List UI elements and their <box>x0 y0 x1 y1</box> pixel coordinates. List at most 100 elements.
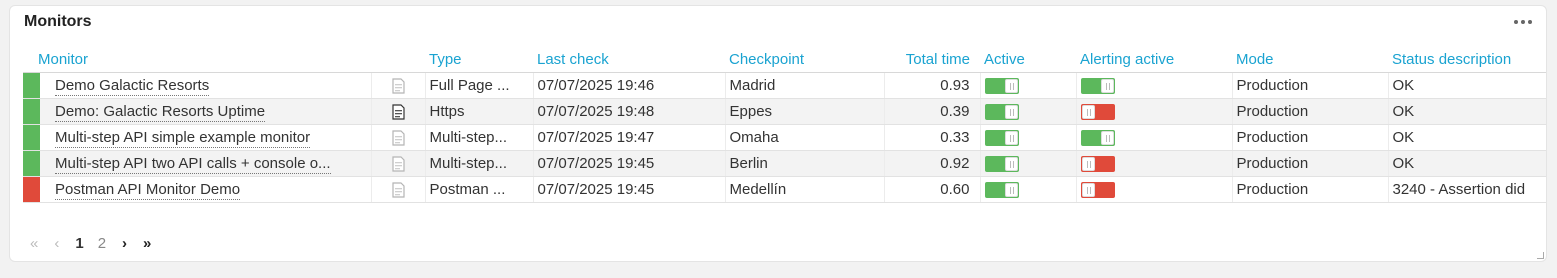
monitor-name-cell: Multi-step API simple example monitor <box>40 124 372 151</box>
table-row[interactable]: Demo: Galactic Resorts Uptime Https 07/07/… <box>23 98 1546 125</box>
monitor-name-cell: Demo Galactic Resorts <box>40 72 372 99</box>
active-cell <box>980 124 1077 151</box>
mode-cell: Production <box>1232 176 1389 203</box>
alerting-active-cell <box>1076 176 1233 203</box>
checkpoint-cell: Omaha <box>725 124 885 151</box>
col-header-checkpoint[interactable]: Checkpoint <box>725 46 884 73</box>
col-header-last-check[interactable]: Last check <box>533 46 725 73</box>
last-check-cell: 07/07/2025 19:45 <box>533 176 726 203</box>
resize-handle-icon[interactable] <box>1537 252 1544 259</box>
next-page-icon[interactable]: › <box>122 235 127 252</box>
table-row[interactable]: Demo Galactic Resorts Full Page ... 07/07/… <box>23 72 1546 99</box>
widget-title: Monitors <box>24 13 92 30</box>
last-check-cell: 07/07/2025 19:46 <box>533 72 726 99</box>
active-cell <box>980 98 1077 125</box>
document-icon-light[interactable] <box>391 78 405 94</box>
col-header-total-time[interactable]: Total time <box>884 46 980 73</box>
more-options-icon[interactable] <box>1514 16 1532 28</box>
alerting-active-cell <box>1076 72 1233 99</box>
active-toggle[interactable] <box>984 156 1019 173</box>
page-1-button[interactable]: 1 <box>75 235 83 252</box>
table-header-row: Monitor Type Last check Checkpoint Total… <box>23 46 1546 73</box>
col-header-type[interactable]: Type <box>425 46 533 73</box>
status-bar <box>23 73 40 98</box>
active-toggle[interactable] <box>984 104 1019 121</box>
status-description-cell: OK <box>1388 72 1546 99</box>
type-cell: Postman ... <box>425 176 534 203</box>
col-header-icon <box>371 46 425 73</box>
status-indicator <box>23 72 40 99</box>
alerting-active-cell <box>1076 98 1233 125</box>
type-cell: Https <box>425 98 534 125</box>
document-icon-light[interactable] <box>391 156 405 172</box>
page-2-button[interactable]: 2 <box>98 235 106 252</box>
last-check-cell: 07/07/2025 19:45 <box>533 150 726 177</box>
alerting-active-toggle[interactable] <box>1080 130 1115 147</box>
doc-icon-cell <box>371 98 426 125</box>
alerting-active-cell <box>1076 150 1233 177</box>
last-check-cell: 07/07/2025 19:48 <box>533 98 726 125</box>
col-header-alerting-active[interactable]: Alerting active <box>1076 46 1232 73</box>
table-row[interactable]: Multi-step API simple example monitor Mul… <box>23 124 1546 151</box>
monitors-widget: Monitors Monitor Type Last check Checkpo… <box>9 5 1547 262</box>
checkpoint-cell: Medellín <box>725 176 885 203</box>
col-header-status-description[interactable]: Status description <box>1388 46 1546 73</box>
active-cell <box>980 72 1077 99</box>
status-description-cell: OK <box>1388 150 1546 177</box>
document-icon-light[interactable] <box>391 182 405 198</box>
status-bar <box>23 99 40 124</box>
total-time-cell: 0.93 <box>884 72 981 99</box>
doc-icon-cell <box>371 72 426 99</box>
last-page-icon[interactable]: » <box>143 235 151 252</box>
table-row[interactable]: Multi-step API two API calls + console o… <box>23 150 1546 177</box>
alerting-active-toggle[interactable] <box>1080 104 1115 121</box>
doc-icon-cell <box>371 176 426 203</box>
status-indicator <box>23 124 40 151</box>
monitor-name-link[interactable]: Postman API Monitor Demo <box>55 181 241 200</box>
total-time-cell: 0.33 <box>884 124 981 151</box>
status-description-cell: OK <box>1388 124 1546 151</box>
total-time-cell: 0.60 <box>884 176 981 203</box>
col-header-monitor[interactable]: Monitor <box>23 46 371 73</box>
doc-icon-cell <box>371 124 426 151</box>
status-description-cell: 3240 - Assertion did <box>1388 176 1546 203</box>
monitor-name-cell: Demo: Galactic Resorts Uptime <box>40 98 372 125</box>
active-toggle[interactable] <box>984 182 1019 199</box>
table-row[interactable]: Postman API Monitor Demo Postman ... 07/07… <box>23 176 1546 203</box>
checkpoint-cell: Berlin <box>725 150 885 177</box>
first-page-icon[interactable]: « <box>30 235 38 252</box>
total-time-cell: 0.39 <box>884 98 981 125</box>
monitor-name-cell: Postman API Monitor Demo <box>40 176 372 203</box>
mode-cell: Production <box>1232 72 1389 99</box>
checkpoint-cell: Madrid <box>725 72 885 99</box>
col-header-mode[interactable]: Mode <box>1232 46 1388 73</box>
status-bar <box>23 125 40 150</box>
total-time-cell: 0.92 <box>884 150 981 177</box>
active-cell <box>980 176 1077 203</box>
checkpoint-cell: Eppes <box>725 98 885 125</box>
type-cell: Multi-step... <box>425 150 534 177</box>
active-cell <box>980 150 1077 177</box>
status-indicator <box>23 150 40 177</box>
status-indicator <box>23 98 40 125</box>
document-icon-dark[interactable] <box>391 104 405 120</box>
col-header-active[interactable]: Active <box>980 46 1076 73</box>
monitor-name-link[interactable]: Demo: Galactic Resorts Uptime <box>55 103 266 122</box>
active-toggle[interactable] <box>984 130 1019 147</box>
document-icon-light[interactable] <box>391 130 405 146</box>
status-description-cell: OK <box>1388 98 1546 125</box>
alerting-active-cell <box>1076 124 1233 151</box>
active-toggle[interactable] <box>984 78 1019 95</box>
monitor-name-link[interactable]: Multi-step API two API calls + console o… <box>55 155 331 174</box>
mode-cell: Production <box>1232 150 1389 177</box>
alerting-active-toggle[interactable] <box>1080 156 1115 173</box>
monitor-name-link[interactable]: Multi-step API simple example monitor <box>55 129 311 148</box>
alerting-active-toggle[interactable] <box>1080 78 1115 95</box>
status-bar <box>23 177 40 202</box>
monitor-name-link[interactable]: Demo Galactic Resorts <box>55 77 210 96</box>
last-check-cell: 07/07/2025 19:47 <box>533 124 726 151</box>
alerting-active-toggle[interactable] <box>1080 182 1115 199</box>
status-indicator <box>23 176 40 203</box>
prev-page-icon[interactable]: ‹ <box>54 235 59 252</box>
status-bar <box>23 151 40 176</box>
